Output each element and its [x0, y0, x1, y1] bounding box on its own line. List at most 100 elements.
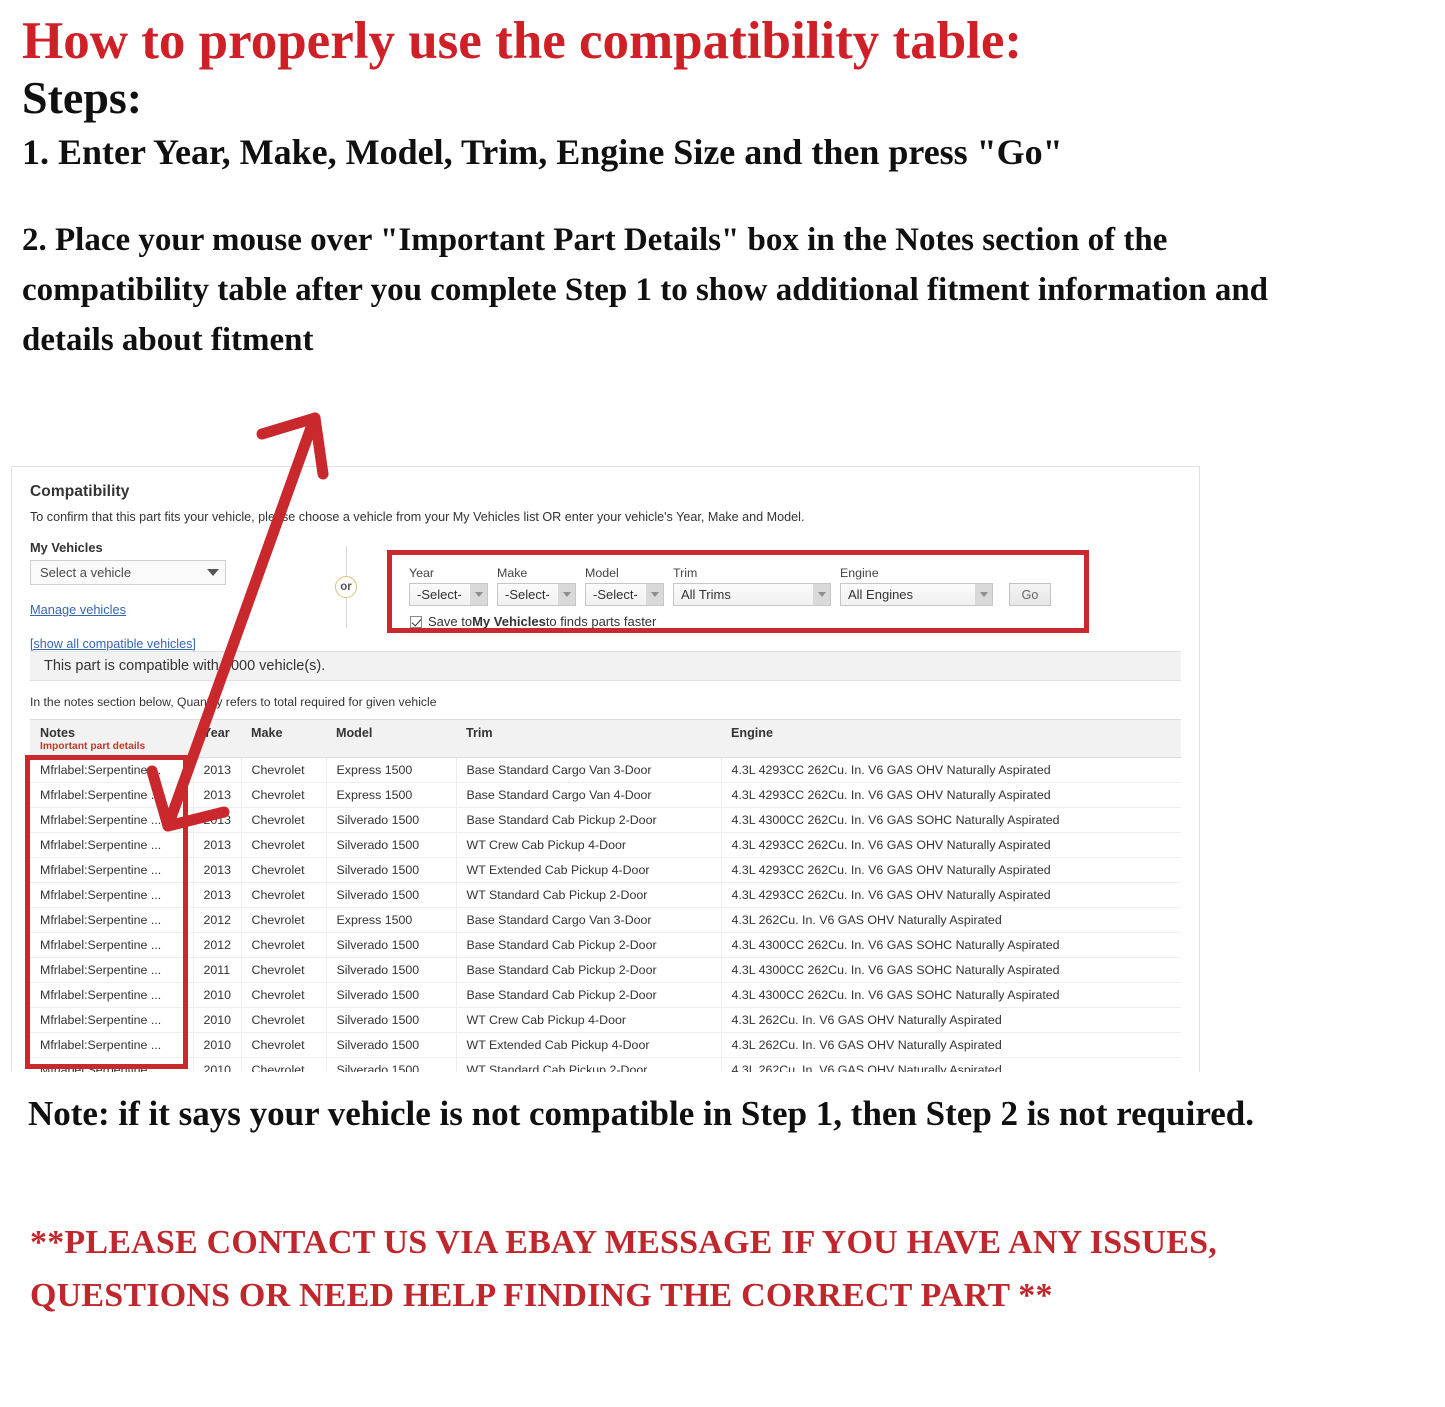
- cell-make: Chevrolet: [240, 907, 326, 933]
- chevron-down-icon: [470, 584, 487, 605]
- table-body: Mfrlabel:Serpentine ... 2013 Chevrolet Expr…: [30, 757, 1181, 1072]
- cell-engine: 4.3L 4293CC 262Cu. In. V6 GAS OHV Natura…: [720, 882, 1181, 908]
- cell-model: Silverado 1500: [325, 1032, 456, 1058]
- column-header-trim[interactable]: Trim: [456, 719, 721, 758]
- or-line-bottom: [345, 598, 347, 628]
- table-row: Mfrlabel:Serpentine ... 2013 Chevrolet Silv…: [30, 882, 1181, 908]
- make-value: -Select-: [505, 587, 550, 602]
- cell-model: Silverado 1500: [325, 832, 456, 858]
- table-row: Mfrlabel:Serpentine ... 2012 Chevrolet Silv…: [30, 932, 1181, 958]
- cell-make: Chevrolet: [240, 832, 326, 858]
- save-to-my-vehicles-checkbox[interactable]: [410, 615, 422, 628]
- cell-year: 2010: [192, 1057, 241, 1072]
- trim-label: Trim: [673, 566, 698, 580]
- cell-year: 2013: [192, 882, 241, 908]
- cell-year: 2012: [192, 907, 241, 933]
- cell-engine: 4.3L 262Cu. In. V6 GAS OHV Naturally Asp…: [720, 1057, 1181, 1072]
- cell-notes[interactable]: Mfrlabel:Serpentine ...: [30, 807, 193, 833]
- cell-make: Chevrolet: [240, 857, 326, 883]
- cell-engine: 4.3L 262Cu. In. V6 GAS OHV Naturally Asp…: [720, 1032, 1181, 1058]
- vehicle-form-annotation-box: Year -Select- Make -Select- Model -Selec…: [387, 550, 1089, 633]
- cell-make: Chevrolet: [240, 932, 326, 958]
- cell-year: 2013: [192, 757, 241, 783]
- table-header-row: Notes Important part details Year Make M…: [30, 719, 1181, 758]
- engine-select[interactable]: All Engines: [840, 583, 993, 606]
- my-vehicles-select[interactable]: Select a vehicle: [30, 560, 226, 585]
- cell-make: Chevrolet: [240, 807, 326, 833]
- cell-trim: WT Crew Cab Pickup 4-Door: [455, 1007, 721, 1033]
- model-select[interactable]: -Select-: [585, 583, 664, 606]
- engine-label: Engine: [840, 566, 879, 580]
- table-row: Mfrlabel:Serpentine ... 2012 Chevrolet Expr…: [30, 907, 1181, 933]
- cell-engine: 4.3L 4293CC 262Cu. In. V6 GAS OHV Natura…: [720, 832, 1181, 858]
- cell-model: Express 1500: [325, 782, 456, 808]
- year-label: Year: [409, 566, 435, 580]
- page-title: How to properly use the compatibility ta…: [22, 12, 1023, 70]
- cell-make: Chevrolet: [240, 882, 326, 908]
- or-line-top: [345, 546, 347, 576]
- cell-year: 2013: [192, 857, 241, 883]
- table-row: Mfrlabel:Serpentine ... 2010 Chevrolet Silv…: [30, 1032, 1181, 1058]
- make-label: Make: [497, 566, 528, 580]
- cell-model: Silverado 1500: [325, 982, 456, 1008]
- column-header-notes[interactable]: Notes Important part details: [30, 719, 193, 758]
- cell-year: 2010: [192, 1007, 241, 1033]
- cell-model: Silverado 1500: [325, 957, 456, 983]
- vehicle-form-row: Year -Select- Make -Select- Model -Selec…: [392, 555, 1084, 606]
- cell-notes[interactable]: Mfrlabel:Serpentine ...: [30, 782, 193, 808]
- compatibility-subtitle: To confirm that this part fits your vehi…: [30, 510, 805, 524]
- cell-notes[interactable]: Mfrlabel:Serpentine ...: [30, 1057, 193, 1072]
- cell-notes[interactable]: Mfrlabel:Serpentine ...: [30, 932, 193, 958]
- cell-make: Chevrolet: [240, 1007, 326, 1033]
- go-button[interactable]: Go: [1009, 583, 1051, 606]
- chevron-down-icon: [813, 584, 830, 605]
- table-row: Mfrlabel:Serpentine ... 2010 Chevrolet Silv…: [30, 982, 1181, 1008]
- cell-notes[interactable]: Mfrlabel:Serpentine ...: [30, 832, 193, 858]
- show-all-compatible-vehicles-link[interactable]: [show all compatible vehicles]: [30, 637, 1181, 651]
- column-header-year[interactable]: Year: [193, 719, 241, 758]
- model-label: Model: [585, 566, 619, 580]
- save-text-bold: My Vehicles: [472, 614, 546, 629]
- cell-year: 2010: [192, 982, 241, 1008]
- cell-notes[interactable]: Mfrlabel:Serpentine ...: [30, 1032, 193, 1058]
- cell-year: 2013: [192, 807, 241, 833]
- cell-make: Chevrolet: [240, 1032, 326, 1058]
- cell-notes[interactable]: Mfrlabel:Serpentine ...: [30, 957, 193, 983]
- column-header-model[interactable]: Model: [326, 719, 456, 758]
- save-to-my-vehicles-row[interactable]: Save to My Vehicles to finds parts faste…: [392, 606, 1084, 629]
- trim-select[interactable]: All Trims: [673, 583, 831, 606]
- year-select[interactable]: -Select-: [409, 583, 488, 606]
- cell-make: Chevrolet: [240, 782, 326, 808]
- cell-trim: Base Standard Cargo Van 4-Door: [455, 782, 721, 808]
- cell-make: Chevrolet: [240, 1057, 326, 1072]
- cell-notes[interactable]: Mfrlabel:Serpentine ...: [30, 882, 193, 908]
- column-header-make[interactable]: Make: [241, 719, 326, 758]
- cell-notes[interactable]: Mfrlabel:Serpentine ...: [30, 982, 193, 1008]
- table-row: Mfrlabel:Serpentine ... 2013 Chevrolet Expr…: [30, 782, 1181, 808]
- cell-notes[interactable]: Mfrlabel:Serpentine ...: [30, 907, 193, 933]
- cell-trim: WT Extended Cab Pickup 4-Door: [455, 857, 721, 883]
- make-select[interactable]: -Select-: [497, 583, 576, 606]
- cell-trim: Base Standard Cab Pickup 2-Door: [455, 932, 721, 958]
- compatibility-panel: Compatibility To confirm that this part …: [11, 466, 1200, 1072]
- cell-notes[interactable]: Mfrlabel:Serpentine ...: [30, 757, 193, 783]
- cell-year: 2012: [192, 932, 241, 958]
- cell-trim: Base Standard Cab Pickup 2-Door: [455, 982, 721, 1008]
- cell-notes[interactable]: Mfrlabel:Serpentine ...: [30, 1007, 193, 1033]
- cell-year: 2011: [192, 957, 241, 983]
- cell-engine: 4.3L 4300CC 262Cu. In. V6 GAS SOHC Natur…: [720, 957, 1181, 983]
- cell-engine: 4.3L 4300CC 262Cu. In. V6 GAS SOHC Natur…: [720, 932, 1181, 958]
- cell-model: Silverado 1500: [325, 857, 456, 883]
- column-header-engine[interactable]: Engine: [721, 719, 1181, 758]
- cell-year: 2013: [192, 832, 241, 858]
- contact-us-text: **PLEASE CONTACT US VIA EBAY MESSAGE IF …: [30, 1224, 1217, 1314]
- cell-model: Silverado 1500: [325, 932, 456, 958]
- step-1-text: 1. Enter Year, Make, Model, Trim, Engine…: [22, 132, 1063, 173]
- chevron-down-icon: [975, 584, 992, 605]
- my-vehicles-selected-value: Select a vehicle: [40, 565, 132, 580]
- cell-engine: 4.3L 4293CC 262Cu. In. V6 GAS OHV Natura…: [720, 857, 1181, 883]
- cell-notes[interactable]: Mfrlabel:Serpentine ...: [30, 857, 193, 883]
- cell-trim: Base Standard Cab Pickup 2-Door: [455, 807, 721, 833]
- table-row: Mfrlabel:Serpentine ... 2013 Chevrolet Silv…: [30, 832, 1181, 858]
- trim-value: All Trims: [681, 587, 731, 602]
